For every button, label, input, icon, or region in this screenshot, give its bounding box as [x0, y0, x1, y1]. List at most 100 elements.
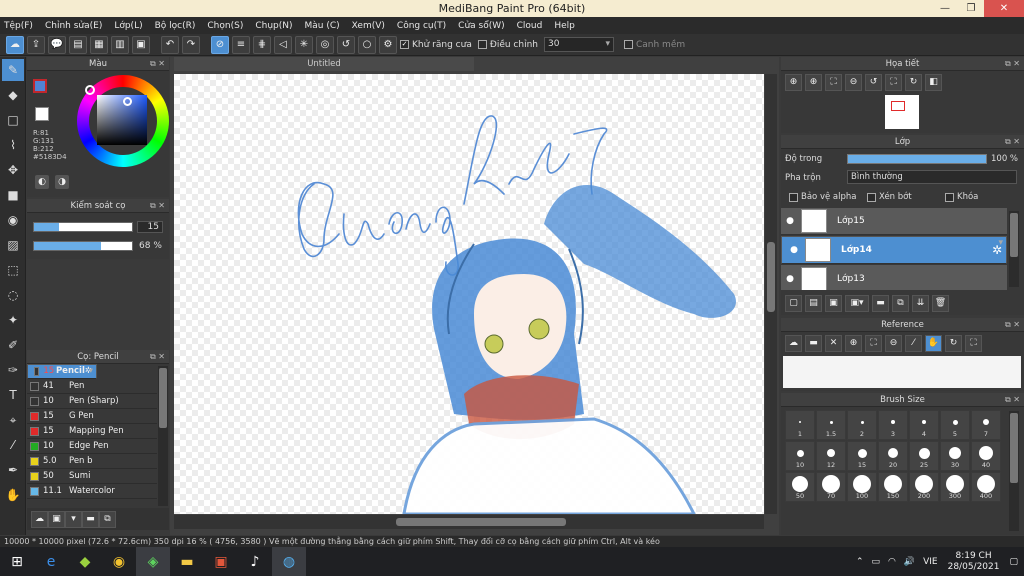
brush-size-cell[interactable]: 40: [971, 441, 1001, 471]
canvas-horizontal-scrollbar[interactable]: [174, 515, 764, 529]
brush-size-cell[interactable]: 3: [878, 410, 908, 440]
bluestacks-icon[interactable]: ◆: [68, 547, 102, 576]
brush-size-scrollbar[interactable]: [1009, 411, 1019, 531]
dot-brush-tool-icon[interactable]: ⌇: [2, 134, 24, 156]
brush-size-cell[interactable]: 30: [940, 441, 970, 471]
text-tool-icon[interactable]: T: [2, 384, 24, 406]
fit-icon[interactable]: ⛶: [825, 74, 842, 91]
color-marker[interactable]: [123, 97, 132, 106]
brush-item[interactable]: 15 G Pen: [27, 409, 157, 424]
brush-size-cell[interactable]: 70: [816, 472, 846, 502]
cloud-brush-icon[interactable]: ☁: [31, 510, 48, 528]
brush-item[interactable]: 10 Pen (Sharp): [27, 394, 157, 409]
brush-tool-icon[interactable]: ✎: [2, 59, 24, 81]
margin-checkbox[interactable]: [623, 40, 633, 49]
new-layer-icon[interactable]: ▢: [785, 295, 802, 312]
layer-visibility-icon[interactable]: ●: [781, 216, 799, 226]
menu-file[interactable]: Tệp(F): [4, 21, 33, 31]
drawing-canvas[interactable]: [174, 74, 764, 514]
reference-reset-icon[interactable]: ⛶: [965, 335, 982, 352]
pages-icon[interactable]: ▥: [111, 35, 129, 54]
reference-zoom-out-icon[interactable]: ⊖: [885, 335, 902, 352]
menu-help[interactable]: Help: [554, 21, 575, 31]
zoom-out-icon[interactable]: ⊖: [845, 74, 862, 91]
menu-window[interactable]: Cửa sổ(W): [458, 21, 504, 31]
panel-options-icon[interactable]: ⧉ ✕: [150, 199, 165, 213]
navigator-preview[interactable]: [885, 95, 919, 129]
maximize-button[interactable]: ❐: [958, 0, 984, 17]
brush-size-cell[interactable]: 7: [971, 410, 1001, 440]
reference-rotate-icon[interactable]: ↻: [945, 335, 962, 352]
panel-options-icon[interactable]: ⧉ ✕: [1005, 57, 1020, 71]
snap-circle-icon[interactable]: ◎: [316, 35, 334, 54]
hue-ring[interactable]: [77, 75, 169, 167]
powerpoint-icon[interactable]: ▣: [204, 547, 238, 576]
brush-size-cell[interactable]: 10: [785, 441, 815, 471]
snap-grid-icon[interactable]: ⋕: [253, 35, 271, 54]
brush-size-cell[interactable]: 1.5: [816, 410, 846, 440]
grid-icon[interactable]: ▣: [132, 35, 150, 54]
system-clock[interactable]: 8:19 CH 28/05/2021: [948, 551, 1000, 573]
reference-close-icon[interactable]: ✕: [825, 335, 842, 352]
snap-settings-icon[interactable]: ⚙: [379, 35, 397, 54]
menu-select[interactable]: Chọn(S): [207, 21, 243, 31]
divide-tool-icon[interactable]: ⌖: [2, 409, 24, 431]
tray-arrow-icon[interactable]: ⌃: [856, 557, 864, 567]
new-halftone-layer-icon[interactable]: ▤: [805, 295, 822, 312]
protect-alpha-checkbox[interactable]: [789, 192, 798, 202]
brush-size-cell[interactable]: 300: [940, 472, 970, 502]
brush-item[interactable]: 10 Edge Pen: [27, 439, 157, 454]
gradient-tool-icon[interactable]: ▨: [2, 234, 24, 256]
reference-zoom-in-icon[interactable]: ⊕: [845, 335, 862, 352]
rectangle-tool-icon[interactable]: □: [2, 109, 24, 131]
brush-item[interactable]: 15 Pencil ✲: [27, 364, 97, 379]
color-picker-icon[interactable]: ◑: [55, 175, 69, 189]
snap-radial-icon[interactable]: ✳: [295, 35, 313, 54]
magic-wand-tool-icon[interactable]: ✦: [2, 309, 24, 331]
brush-size-cell[interactable]: 2: [847, 410, 877, 440]
reference-eyedropper-icon[interactable]: ⁄: [905, 335, 922, 352]
panel-options-icon[interactable]: ⧉ ✕: [1005, 135, 1020, 149]
pen-tool-icon[interactable]: ✒: [2, 459, 24, 481]
size-value[interactable]: 15: [137, 221, 163, 233]
brush-item[interactable]: 50 Sumi: [27, 469, 157, 484]
zoom-in-small-icon[interactable]: ⊕: [805, 74, 822, 91]
clipping-checkbox[interactable]: [867, 192, 876, 202]
layer-row[interactable]: ● Lớp13: [781, 265, 1007, 290]
add-brush-icon[interactable]: ▣: [48, 510, 65, 528]
brush-size-cell[interactable]: 400: [971, 472, 1001, 502]
antialias-checkbox[interactable]: ✓: [400, 40, 409, 49]
palette-icon[interactable]: ◐: [35, 175, 49, 189]
tiktok-icon[interactable]: ♪: [238, 547, 272, 576]
brush-size-cell[interactable]: 20: [878, 441, 908, 471]
merge-layer-icon[interactable]: ⇊: [912, 295, 929, 312]
canvas-vertical-scrollbar[interactable]: [765, 74, 777, 514]
duplicate-layer-icon[interactable]: ⧉: [892, 295, 909, 312]
menu-view[interactable]: Xem(V): [352, 21, 385, 31]
brush-size-cell[interactable]: 200: [909, 472, 939, 502]
new-8bit-layer-icon[interactable]: ▣: [825, 295, 842, 312]
flip-icon[interactable]: ◧: [925, 74, 942, 91]
adjust-checkbox[interactable]: [477, 40, 487, 49]
duplicate-icon[interactable]: ⧉: [99, 510, 116, 528]
minimize-button[interactable]: —: [932, 0, 958, 17]
brush-item[interactable]: 41 Pen: [27, 379, 157, 394]
blend-select[interactable]: Bình thường: [847, 170, 1017, 184]
close-button[interactable]: ✕: [984, 0, 1024, 17]
snap-curve-icon[interactable]: ↺: [337, 35, 355, 54]
brush-size-cell[interactable]: 150: [878, 472, 908, 502]
network-icon[interactable]: ▭: [872, 557, 881, 567]
reference-hand-icon[interactable]: ✋: [925, 335, 942, 352]
opacity-slider[interactable]: [33, 241, 133, 251]
brush-item[interactable]: 5.0 Pen b: [27, 454, 157, 469]
save-icon[interactable]: ▤: [69, 35, 87, 54]
page-icon[interactable]: ▦: [90, 35, 108, 54]
menu-color[interactable]: Màu (C): [305, 21, 340, 31]
share-icon[interactable]: ⇪: [27, 35, 45, 54]
menu-layer[interactable]: Lớp(L): [114, 21, 142, 31]
brush-size-cell[interactable]: 1: [785, 410, 815, 440]
snap-off-icon[interactable]: ⊘: [211, 35, 229, 54]
brush-size-cell[interactable]: 100: [847, 472, 877, 502]
menu-edit[interactable]: Chỉnh sửa(E): [45, 21, 102, 31]
brush-item[interactable]: 11.1 Watercolor: [27, 484, 157, 499]
